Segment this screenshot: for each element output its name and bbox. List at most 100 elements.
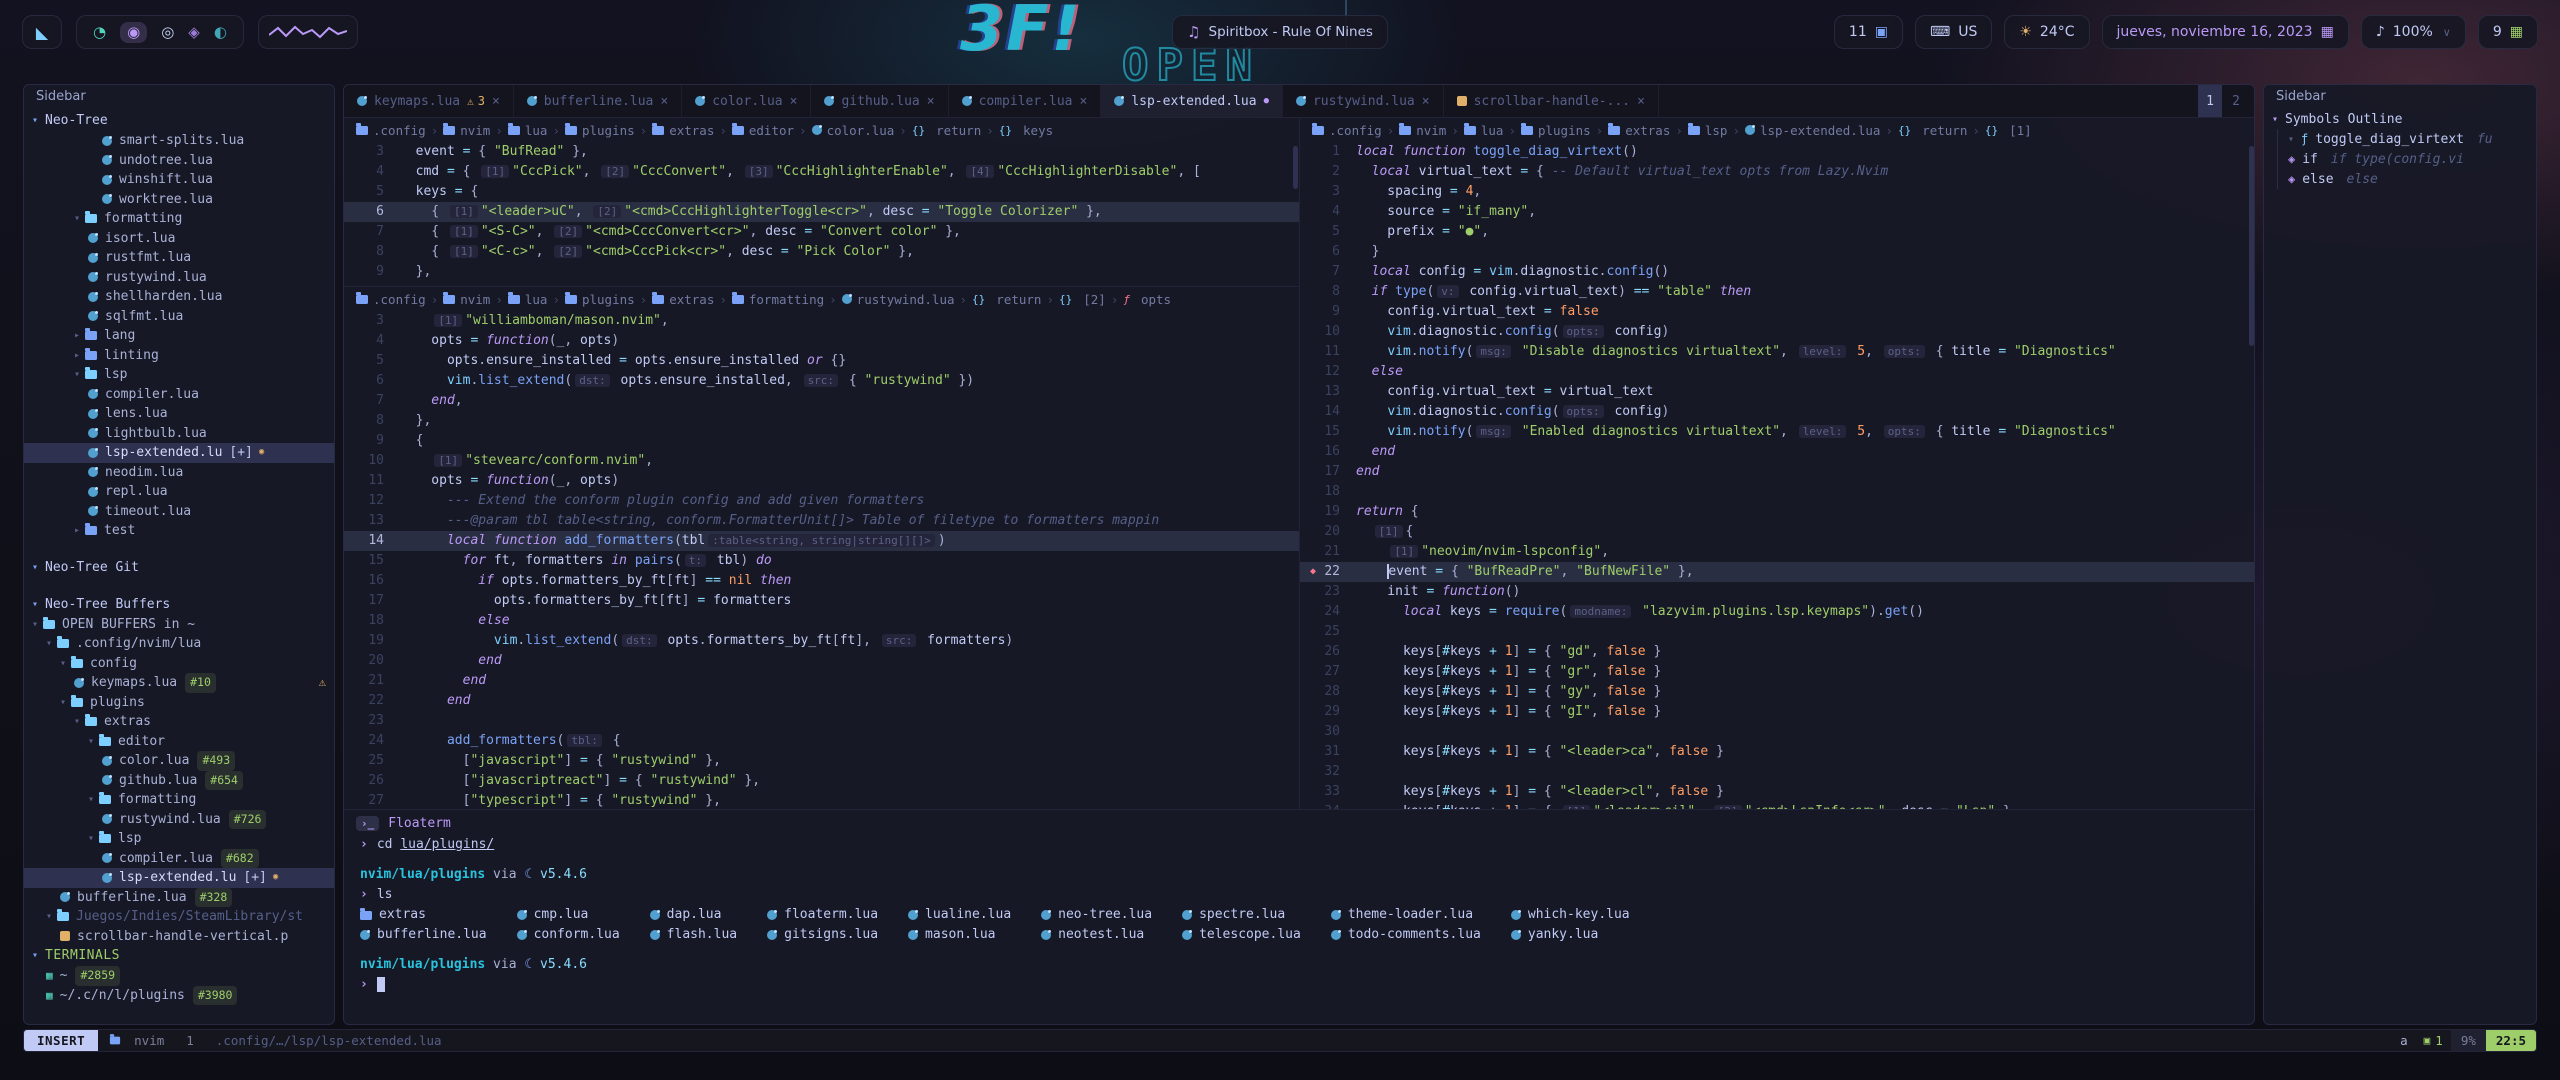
code-line[interactable]: 3 event = { "BufRead" }, <box>344 142 1299 162</box>
code-line[interactable]: 21 end <box>344 671 1299 691</box>
breadcrumb-item[interactable]: {}return <box>1898 123 1967 138</box>
breadcrumb-item[interactable]: {}[1] <box>1985 123 2032 138</box>
code-line[interactable]: 23 init = function() <box>1300 582 2255 602</box>
tree-item[interactable]: color.lua#493 <box>24 751 334 771</box>
breadcrumb-item[interactable]: rustywind.lua <box>842 292 955 307</box>
breadcrumb-item[interactable]: extras <box>652 123 714 138</box>
tree-item[interactable]: github.lua#654 <box>24 771 334 791</box>
code-line[interactable]: 11 opts = function(_, opts) <box>344 471 1299 491</box>
code-line[interactable]: 8 if type(v: config.virtual_text) == "ta… <box>1300 282 2255 302</box>
tree-item[interactable]: rustfmt.lua <box>24 248 334 268</box>
widget-updates[interactable]: 11▣ <box>1834 15 1903 49</box>
breadcrumb-item[interactable]: formatting <box>732 292 824 307</box>
section-header-neo-tree-git[interactable]: ▾Neo-Tree Git <box>24 558 334 578</box>
tree-item[interactable]: ▾plugins <box>24 693 334 713</box>
tab-bufferline-lua[interactable]: bufferline.lua× <box>514 85 682 117</box>
code-line[interactable]: 5 opts.ensure_installed = opts.ensure_in… <box>344 351 1299 371</box>
terminal-body[interactable]: ›cd lua/plugins/nvim/lua/plugins via ☾ v… <box>344 833 2254 1020</box>
tree-item[interactable]: lightbulb.lua <box>24 424 334 444</box>
code-body[interactable]: 3 [1]"williamboman/mason.nvim",4 opts = … <box>344 311 1299 809</box>
breadcrumb-item[interactable]: plugins <box>565 292 635 307</box>
code-line[interactable]: 17 opts.formatters_by_ft[ft] = formatter… <box>344 591 1299 611</box>
breadcrumb-item[interactable]: nvim <box>1399 123 1446 138</box>
code-line[interactable]: 22◆ event = { "BufReadPre", "BufNewFile"… <box>1300 562 2255 582</box>
breadcrumb-item[interactable]: lsp-extended.lua <box>1745 123 1880 138</box>
tab-lsp-extended-lua[interactable]: lsp-extended.lua● <box>1101 85 1283 117</box>
scrollbar-thumb[interactable] <box>2249 146 2254 346</box>
tree-item[interactable]: ▸lang <box>24 326 334 346</box>
code-line[interactable]: 27 keys[#keys + 1] = { "gr", false } <box>1300 662 2255 682</box>
tree-item[interactable]: winshift.lua <box>24 170 334 190</box>
section-header-terminals[interactable]: ▾TERMINALS <box>24 946 334 966</box>
code-line[interactable]: 9 config.virtual_text = false <box>1300 302 2255 322</box>
code-line[interactable]: 8 { [1]"<C-c>", [2]"<cmd>CccPick<cr>", d… <box>344 242 1299 262</box>
breadcrumb-item[interactable]: plugins <box>1521 123 1591 138</box>
tree-item[interactable]: sqlfmt.lua <box>24 307 334 327</box>
code-line[interactable]: 9 }, <box>344 262 1299 282</box>
tab-keymaps-lua[interactable]: keymaps.lua⚠3× <box>344 85 514 117</box>
code-line[interactable]: 30 <box>1300 722 2255 742</box>
tree-item[interactable]: compiler.lua <box>24 385 334 405</box>
tree-item[interactable]: ▾.config/nvim/lua <box>24 634 334 654</box>
breadcrumb-item[interactable]: lua <box>508 292 548 307</box>
tabpage-1[interactable]: 1 <box>2198 85 2222 117</box>
breadcrumb-item[interactable]: nvim <box>443 123 490 138</box>
tree-item[interactable]: ▾extras <box>24 712 334 732</box>
tree-item[interactable]: ▸test <box>24 521 334 541</box>
tree-item[interactable]: compiler.lua#682 <box>24 849 334 869</box>
code-line[interactable]: 3 [1]"williamboman/mason.nvim", <box>344 311 1299 331</box>
code-line[interactable]: 5 keys = { <box>344 182 1299 202</box>
tree-item[interactable]: rustywind.lua#726 <box>24 810 334 830</box>
tree-item[interactable]: ▾lsp <box>24 829 334 849</box>
tree-item[interactable]: ▾formatting <box>24 209 334 229</box>
code-line[interactable]: 15 vim.notify(msg: "Enabled diagnostics … <box>1300 422 2255 442</box>
tree-item[interactable]: neodim.lua <box>24 463 334 483</box>
code-line[interactable]: 4 source = "if_many", <box>1300 202 2255 222</box>
tree-item[interactable]: ▾OPEN BUFFERS in ~ <box>24 615 334 635</box>
breadcrumb-item[interactable]: plugins <box>565 123 635 138</box>
close-icon[interactable]: × <box>492 94 500 109</box>
tab-rustywind-lua[interactable]: rustywind.lua× <box>1283 85 1444 117</box>
widget-volume[interactable]: ♪100%∨ <box>2361 15 2466 49</box>
breadcrumb-item[interactable]: {}keys <box>999 123 1053 138</box>
outline-item-if[interactable]: ◈ifif type(config.vi <box>2278 149 2536 169</box>
code-line[interactable]: 7 { [1]"<S-C>", [2]"<cmd>CccConvert<cr>"… <box>344 222 1299 242</box>
code-line[interactable]: 4 opts = function(_, opts) <box>344 331 1299 351</box>
code-line[interactable]: 26 keys[#keys + 1] = { "gd", false } <box>1300 642 2255 662</box>
breadcrumb-item[interactable]: .config <box>1312 123 1382 138</box>
git-segment[interactable]: 1 <box>175 1033 205 1048</box>
tree-item[interactable]: timeout.lua <box>24 502 334 522</box>
app-icon[interactable]: ◈ <box>188 25 200 40</box>
close-icon[interactable]: × <box>1637 94 1645 109</box>
section-header-neo-tree[interactable]: ▾Neo-Tree <box>24 111 334 131</box>
breadcrumb-item[interactable]: extras <box>652 292 714 307</box>
tree-item[interactable]: ▸linting <box>24 346 334 366</box>
tree-item[interactable]: isort.lua <box>24 229 334 249</box>
breadcrumb-item[interactable]: {}return <box>912 123 981 138</box>
code-line[interactable]: 2 local virtual_text = { -- Default virt… <box>1300 162 2255 182</box>
music-widget[interactable]: ♫ Spiritbox - Rule Of Nines <box>1172 15 1388 49</box>
tab-scrollbar-handle[interactable]: scrollbar-handle-...× <box>1444 85 1659 117</box>
scrollbar[interactable] <box>2247 144 2255 809</box>
code-line[interactable]: 31 keys[#keys + 1] = { "<leader>ca", fal… <box>1300 742 2255 762</box>
close-icon[interactable]: × <box>790 94 798 109</box>
breadcrumb-item[interactable]: {}return <box>972 292 1041 307</box>
code-body[interactable]: 3 event = { "BufRead" },4 cmd = { [1]"Cc… <box>344 142 1299 286</box>
widget-date[interactable]: jueves, noviembre 16, 2023▦ <box>2102 15 2349 49</box>
tree-item[interactable]: undotree.lua <box>24 151 334 171</box>
widget-keyboard[interactable]: ⌨US <box>1915 15 1992 49</box>
code-line[interactable]: 14 local function add_formatters(tbl:tab… <box>344 531 1299 551</box>
breadcrumb-item[interactable]: editor <box>732 123 794 138</box>
close-icon[interactable]: × <box>1422 94 1430 109</box>
close-icon[interactable]: × <box>927 94 935 109</box>
code-line[interactable]: 11 vim.notify(msg: "Disable diagnostics … <box>1300 342 2255 362</box>
breadcrumb-item[interactable]: {}[2] <box>1059 292 1106 307</box>
code-line[interactable]: 3 spacing = 4, <box>1300 182 2255 202</box>
code-line[interactable]: 13 config.virtual_text = virtual_text <box>1300 382 2255 402</box>
breadcrumb-item[interactable]: .config <box>356 123 426 138</box>
code-line[interactable]: 26 ["javascriptreact"] = { "rustywind" }… <box>344 771 1299 791</box>
tree-item[interactable]: lsp-extended.lu[+]◉ <box>24 443 334 463</box>
code-body[interactable]: 1local function toggle_diag_virtext()2 l… <box>1300 142 2255 809</box>
app-icon[interactable]: ◉ <box>120 22 147 43</box>
breadcrumb-item[interactable]: lua <box>508 123 548 138</box>
